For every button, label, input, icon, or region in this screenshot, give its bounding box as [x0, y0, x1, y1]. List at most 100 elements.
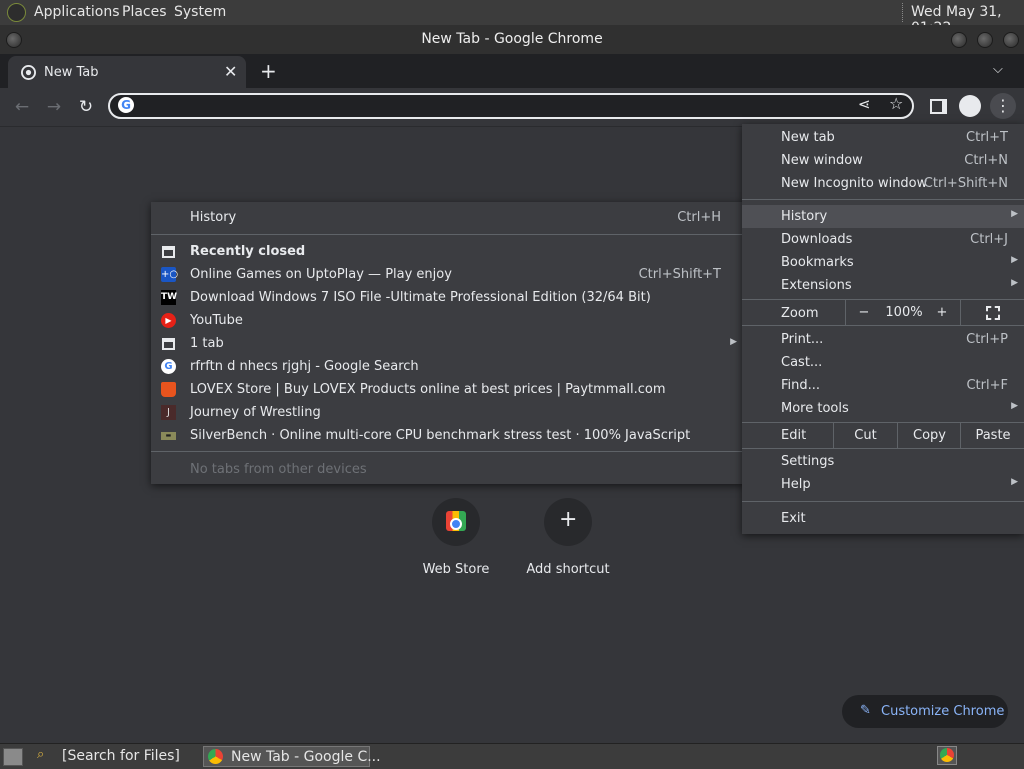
google-g-icon: G	[118, 97, 134, 113]
menu-item-label: New Incognito window	[781, 176, 928, 191]
menu-item-find[interactable]: Find... Ctrl+F	[742, 374, 1024, 397]
no-other-devices-label: No tabs from other devices	[190, 462, 367, 477]
bookmark-star-icon[interactable]: ☆	[889, 94, 903, 113]
menu-item-extensions[interactable]: Extensions ▶	[742, 274, 1024, 297]
close-tab-icon[interactable]: ✕	[224, 62, 237, 81]
menu-item-downloads[interactable]: Downloads Ctrl+J	[742, 228, 1024, 251]
menu-item-history[interactable]: History ▶	[742, 205, 1024, 228]
edit-row: Edit Cut Copy Paste	[742, 423, 1024, 448]
separator	[151, 451, 745, 452]
chrome-task[interactable]: New Tab - Google C...	[203, 746, 381, 767]
customize-chrome-button[interactable]: ✎ Customize Chrome	[842, 695, 1008, 728]
menu-item-more-tools[interactable]: More tools ▶	[742, 397, 1024, 420]
chrome-icon	[21, 65, 36, 80]
paste-button[interactable]: Paste	[960, 423, 1024, 448]
chrome-icon	[208, 749, 223, 764]
zoom-row: Zoom − 100% +	[742, 300, 1024, 325]
edit-label: Edit	[781, 428, 807, 443]
applications-menu[interactable]: Applications	[34, 4, 120, 20]
uptoplay-icon: +○	[161, 267, 179, 282]
no-other-devices: No tabs from other devices	[151, 458, 745, 481]
minimize-button[interactable]	[951, 32, 967, 48]
menu-item-new-window[interactable]: New window Ctrl+N	[742, 149, 1024, 172]
menu-item-settings[interactable]: Settings	[742, 450, 1024, 473]
search-files-label: [Search for Files]	[62, 748, 180, 764]
list-item[interactable]: G rfrftn d nhecs rjghj - Google Search	[151, 355, 745, 378]
search-icon: ⌕	[37, 747, 45, 762]
copy-button[interactable]: Copy	[897, 423, 961, 448]
list-item[interactable]: ▬ SilverBench · Online multi-core CPU be…	[151, 424, 745, 447]
reload-icon[interactable]: ↻	[75, 96, 97, 118]
list-item[interactable]: ▶ YouTube	[151, 309, 745, 332]
tw-icon: TW	[161, 290, 177, 305]
google-icon: G	[161, 359, 176, 374]
separator	[742, 199, 1024, 200]
panel-divider	[902, 3, 905, 22]
zoom-in-button[interactable]: +	[927, 300, 957, 325]
menu-item-new-incognito[interactable]: New Incognito window Ctrl+Shift+N	[742, 172, 1024, 195]
zoom-out-button[interactable]: −	[845, 300, 882, 325]
add-shortcut-label[interactable]: Add shortcut	[508, 562, 628, 577]
menu-item-shortcut: Ctrl+N	[964, 153, 1008, 168]
omnibox[interactable]: G ⋖ ☆	[108, 93, 914, 119]
separator	[742, 448, 1024, 449]
menu-item-cast[interactable]: Cast...	[742, 351, 1024, 374]
system-menu[interactable]: System	[174, 4, 226, 20]
list-item[interactable]: TW Download Windows 7 ISO File -Ultimate…	[151, 286, 745, 309]
submenu-arrow-icon: ▶	[1011, 255, 1018, 265]
menu-item-shortcut: Ctrl+Shift+N	[923, 176, 1008, 191]
submenu-arrow-icon: ▶	[1011, 401, 1018, 411]
tray-chrome-icon[interactable]	[937, 746, 957, 765]
submenu-arrow-icon: ▶	[1011, 477, 1018, 487]
menu-item-label: Bookmarks	[781, 255, 854, 270]
history-submenu: History Ctrl+H Recently closed +○ Online…	[151, 202, 745, 484]
add-shortcut-button[interactable]: +	[544, 498, 592, 546]
profile-avatar-icon[interactable]	[959, 95, 981, 117]
share-icon[interactable]: ⋖	[858, 95, 871, 113]
fullscreen-icon	[986, 306, 1000, 320]
list-item[interactable]: 1 tab ▶	[151, 332, 745, 355]
list-item[interactable]: +○ Online Games on UptoPlay — Play enjoy…	[151, 263, 745, 286]
tab-search-chevron-icon[interactable]: ⌵	[993, 62, 1003, 77]
close-window-button[interactable]	[1003, 32, 1019, 48]
reopen-tab-shortcut: Ctrl+Shift+T	[638, 267, 721, 282]
history-shortcut: Ctrl+H	[677, 210, 721, 225]
list-item-label: rfrftn d nhecs rjghj - Google Search	[190, 359, 419, 374]
menu-item-label: History	[781, 209, 828, 224]
zoom-label: Zoom	[781, 306, 819, 321]
web-store-label[interactable]: Web Store	[396, 562, 516, 577]
toolbar: ← → ↻ G ⋖ ☆ ⋮	[0, 88, 1024, 127]
back-arrow-icon[interactable]: ←	[11, 96, 33, 118]
j-icon: J	[161, 405, 176, 420]
zoom-value: 100%	[885, 305, 923, 320]
menu-item-label: Print...	[781, 332, 824, 347]
list-item-label: Online Games on UptoPlay — Play enjoy	[190, 267, 452, 282]
search-files-task[interactable]: ⌕ [Search for Files]	[31, 746, 199, 767]
menu-item-help[interactable]: Help ▶	[742, 473, 1024, 496]
places-menu[interactable]: Places	[122, 4, 167, 20]
gnome-foot-icon[interactable]	[7, 3, 26, 22]
maximize-button[interactable]	[977, 32, 993, 48]
menu-item-new-tab[interactable]: New tab Ctrl+T	[742, 126, 1024, 149]
submenu-arrow-icon: ▶	[1011, 209, 1018, 219]
history-menu-item[interactable]: History Ctrl+H	[151, 206, 745, 229]
new-tab-button[interactable]: +	[260, 59, 277, 83]
chrome-menu-button[interactable]: ⋮	[990, 93, 1016, 119]
web-store-shortcut[interactable]	[432, 498, 480, 546]
show-desktop-icon[interactable]	[3, 748, 23, 766]
menu-item-exit[interactable]: Exit	[742, 507, 1024, 530]
fullscreen-button[interactable]	[960, 300, 1024, 325]
window-title-bar[interactable]: New Tab - Google Chrome	[0, 25, 1024, 54]
menu-item-print[interactable]: Print... Ctrl+P	[742, 328, 1024, 351]
list-item-label: Journey of Wrestling	[190, 405, 321, 420]
taskbar: ⌕ [Search for Files] New Tab - Google C.…	[0, 743, 1024, 769]
list-item[interactable]: J Journey of Wrestling	[151, 401, 745, 424]
forward-arrow-icon[interactable]: →	[43, 96, 65, 118]
side-panel-icon[interactable]	[930, 99, 947, 114]
cut-button[interactable]: Cut	[833, 423, 897, 448]
menu-item-bookmarks[interactable]: Bookmarks ▶	[742, 251, 1024, 274]
tab-new-tab[interactable]: New Tab ✕	[8, 56, 246, 88]
list-item[interactable]: LOVEX Store | Buy LOVEX Products online …	[151, 378, 745, 401]
chrome-icon	[940, 748, 954, 762]
menu-item-shortcut: Ctrl+T	[966, 130, 1008, 145]
